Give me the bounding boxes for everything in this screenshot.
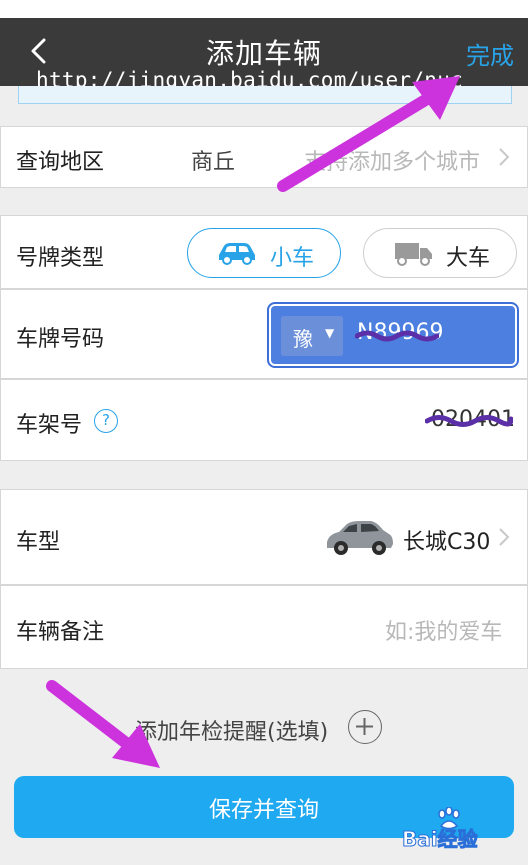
logo-text: Bai经验 — [402, 827, 479, 852]
remark-input[interactable]: 如:我的爱车 — [385, 614, 502, 646]
region-value: 商丘 — [191, 150, 236, 175]
chevron-right-icon — [499, 528, 510, 546]
car-thumbnail — [327, 521, 393, 555]
region-row[interactable]: 查询地区 商丘 支持添加多个城市 — [0, 126, 528, 188]
notice-banner — [18, 86, 512, 104]
small-car-option[interactable]: 小车 — [187, 228, 341, 278]
plate-number-field[interactable]: 豫 ▼ N89969 — [269, 304, 517, 366]
province-selector[interactable]: 豫 ▼ — [281, 316, 343, 356]
model-value: 长城C30 — [403, 530, 491, 555]
remark-row: 车辆备注 如:我的爱车 — [0, 585, 528, 669]
redaction-scribble — [425, 415, 513, 427]
dropdown-icon: ▼ — [325, 326, 335, 340]
help-icon[interactable]: ? — [94, 409, 118, 433]
car-icon — [219, 243, 255, 265]
truck-icon — [395, 243, 432, 266]
model-row[interactable]: 车型 长城C30 — [0, 489, 528, 585]
province-value: 豫 — [293, 327, 313, 351]
page-title: 添加车辆 — [205, 37, 322, 70]
model-label: 车型 — [16, 530, 61, 555]
large-car-label: 大车 — [446, 246, 491, 271]
frame-number-row: 车架号 ? 020401 — [0, 379, 528, 461]
frame-number-label: 车架号 — [16, 413, 83, 438]
done-button[interactable]: 完成 — [466, 36, 514, 71]
plate-type-row: 号牌类型 小车 大车 — [0, 215, 528, 289]
add-reminder-label: 添加年检提醒(选填) — [135, 720, 329, 745]
nav-bar: 添加车辆 完成 http://jingyan.baidu.com/user/nu… — [0, 18, 528, 92]
baidu-jingyan-logo: Bai经验 — [402, 805, 522, 859]
region-label: 查询地区 — [16, 150, 105, 175]
status-strip — [0, 0, 528, 18]
chevron-right-icon — [499, 148, 510, 166]
plate-number-label: 车牌号码 — [16, 327, 105, 352]
remark-label: 车辆备注 — [16, 620, 105, 645]
redaction-scribble — [355, 330, 439, 342]
plate-number-row: 车牌号码 豫 ▼ N89969 — [0, 289, 528, 379]
add-reminder-row[interactable]: 添加年检提醒(选填) — [0, 708, 528, 748]
plus-icon[interactable] — [348, 710, 382, 744]
region-hint: 支持添加多个城市 — [304, 150, 481, 175]
plate-type-label: 号牌类型 — [16, 246, 105, 271]
large-car-option[interactable]: 大车 — [363, 228, 517, 278]
small-car-label: 小车 — [270, 246, 315, 271]
